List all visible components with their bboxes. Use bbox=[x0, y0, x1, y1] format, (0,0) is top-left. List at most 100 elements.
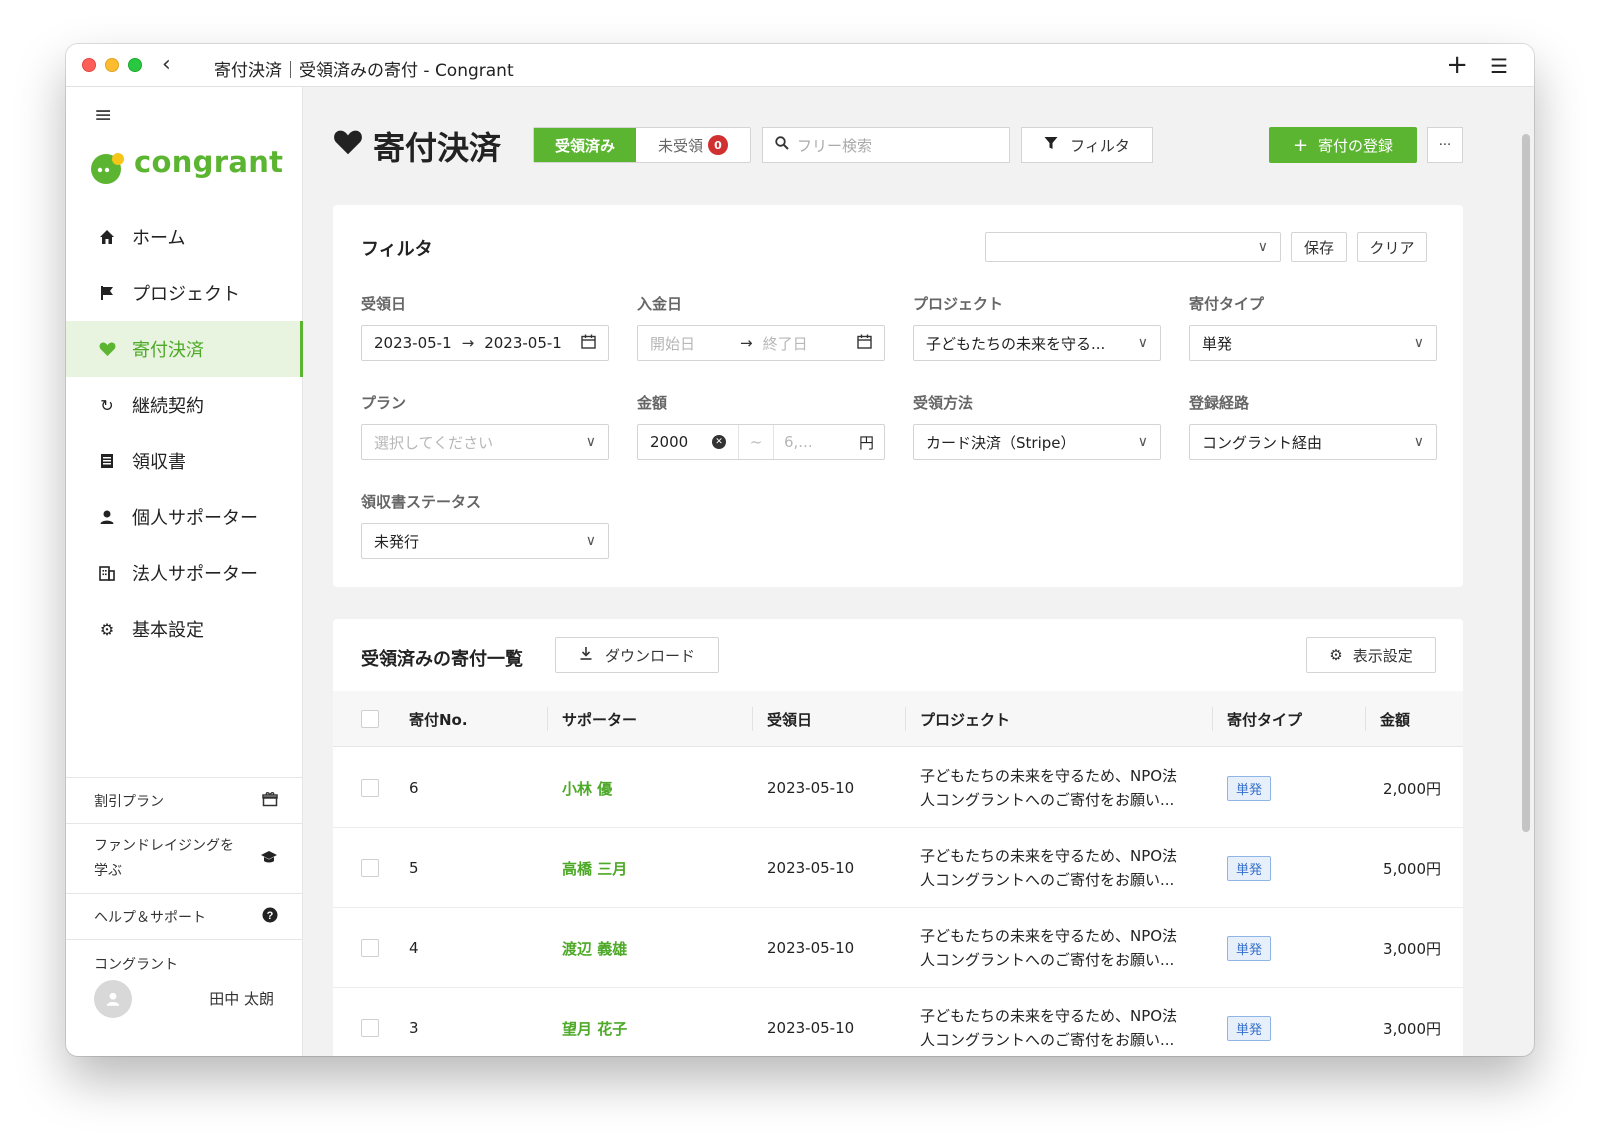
table-row[interactable]: 3 望月 花子 2023-05-10 子どもたちの未来を守るため、NPO法 人コ… bbox=[333, 988, 1463, 1056]
deposit-date-start-placeholder: 開始日 bbox=[650, 334, 696, 353]
sidebar-item-individual-supporters[interactable]: 個人サポーター bbox=[66, 489, 303, 545]
saved-filter-select[interactable]: ∨ bbox=[985, 232, 1281, 262]
select-all-checkbox[interactable] bbox=[361, 710, 379, 728]
table-row[interactable]: 5 高橋 三月 2023-05-10 子どもたちの未来を守るため、NPO法 人コ… bbox=[333, 828, 1463, 908]
sidebar-item-label: 個人サポーター bbox=[132, 508, 258, 529]
donation-type-value: 単発 bbox=[1202, 334, 1233, 353]
clear-icon[interactable]: ✕ bbox=[712, 435, 726, 449]
project-line: 人コングラントへのご寄付をお願い... bbox=[920, 951, 1175, 969]
amount-min-input[interactable]: 2000 bbox=[650, 433, 712, 451]
received-date-start: 2023-05-1 bbox=[374, 334, 452, 352]
fundraising-learn-label: ファンドレイジングを学ぶ bbox=[94, 837, 234, 879]
display-settings-button[interactable]: ⚙ 表示設定 bbox=[1306, 637, 1436, 673]
menu-icon[interactable]: ☰ bbox=[1490, 54, 1508, 78]
received-date-range[interactable]: 2023-05-1 → 2023-05-1 bbox=[361, 325, 609, 361]
type-badge: 単発 bbox=[1227, 1015, 1272, 1041]
amount-unit: 円 bbox=[858, 433, 874, 452]
download-button[interactable]: ダウンロード bbox=[555, 637, 719, 673]
help-support-link[interactable]: ヘルプ＆サポート ? bbox=[66, 893, 302, 939]
column-header-amount[interactable]: 金額 bbox=[1380, 691, 1410, 747]
column-header-project[interactable]: プロジェクト bbox=[920, 691, 1010, 747]
table-row[interactable]: 4 渡辺 義雄 2023-05-10 子どもたちの未来を守るため、NPO法 人コ… bbox=[333, 908, 1463, 988]
search-input[interactable]: フリー検索 bbox=[762, 127, 1010, 163]
filter-button[interactable]: フィルタ bbox=[1021, 127, 1153, 163]
sidebar-item-donations[interactable]: 寄付決済 bbox=[66, 321, 303, 377]
column-header-no[interactable]: 寄付No. bbox=[409, 691, 468, 747]
sidebar-item-settings[interactable]: ⚙ 基本設定 bbox=[66, 601, 303, 657]
plan-label: プラン bbox=[361, 394, 407, 412]
calendar-icon bbox=[857, 334, 872, 353]
new-tab-icon[interactable]: + bbox=[1446, 50, 1468, 80]
sidebar-toggle-icon[interactable]: ≡ bbox=[94, 103, 112, 128]
vertical-scrollbar[interactable] bbox=[1522, 134, 1530, 832]
donation-list-panel: 受領済みの寄付一覧 ダウンロード ⚙ 表示設定 寄付No. サポーター 受領日 … bbox=[333, 619, 1463, 1056]
donation-no: 4 bbox=[409, 939, 419, 957]
project-select[interactable]: 子どもたちの未来を守る... ∨ bbox=[913, 325, 1161, 361]
back-icon[interactable]: ‹ bbox=[162, 52, 171, 77]
deposit-date-range[interactable]: 開始日 → 終了日 bbox=[637, 325, 885, 361]
project-line: 子どもたちの未来を守るため、NPO法 bbox=[920, 767, 1178, 785]
save-filter-button[interactable]: 保存 bbox=[1291, 232, 1347, 262]
tab-unreceived[interactable]: 未受領 0 bbox=[636, 128, 750, 162]
add-donation-button[interactable]: + 寄付の登録 bbox=[1269, 127, 1417, 163]
account-section[interactable]: コングラント 田中 太朗 bbox=[66, 939, 302, 1049]
column-divider bbox=[547, 707, 548, 731]
supporter-link[interactable]: 小林 優 bbox=[562, 748, 612, 828]
filter-panel-title: フィルタ bbox=[361, 239, 433, 260]
tab-received[interactable]: 受領済み bbox=[534, 128, 636, 162]
chevron-down-icon: ∨ bbox=[1413, 434, 1424, 450]
clear-filter-button[interactable]: クリア bbox=[1357, 232, 1427, 262]
payment-method-select[interactable]: カード決済（Stripe） ∨ bbox=[913, 424, 1161, 460]
column-divider bbox=[1212, 707, 1213, 731]
receipt-status-select[interactable]: 未発行 ∨ bbox=[361, 523, 609, 559]
row-checkbox[interactable] bbox=[361, 779, 379, 797]
donation-type-select[interactable]: 単発 ∨ bbox=[1189, 325, 1437, 361]
filter-icon bbox=[1044, 136, 1058, 154]
sidebar: ≡ congrant ホーム プロジェクト 寄付決済 ↻ 継続契約 領収書 個人… bbox=[66, 87, 303, 1056]
sidebar-item-receipts[interactable]: 領収書 bbox=[66, 433, 303, 489]
column-header-supporter[interactable]: サポーター bbox=[562, 691, 637, 747]
row-checkbox[interactable] bbox=[361, 939, 379, 957]
discount-plan-link[interactable]: 割引プラン bbox=[66, 777, 302, 823]
sidebar-item-projects[interactable]: プロジェクト bbox=[66, 265, 303, 321]
chevron-down-icon: ∨ bbox=[1413, 335, 1424, 351]
received-date-end: 2023-05-1 bbox=[484, 334, 562, 352]
plan-select[interactable]: 選択してください ∨ bbox=[361, 424, 609, 460]
column-header-type[interactable]: 寄付タイプ bbox=[1227, 691, 1302, 747]
brand-name: congrant bbox=[134, 145, 284, 179]
sidebar-item-corporate-supporters[interactable]: 法人サポーター bbox=[66, 545, 303, 601]
add-donation-label: 寄付の登録 bbox=[1318, 136, 1394, 155]
sidebar-nav: ホーム プロジェクト 寄付決済 ↻ 継続契約 領収書 個人サポーター 法人サポー… bbox=[66, 209, 303, 657]
flag-icon bbox=[96, 285, 118, 301]
amount-label: 金額 bbox=[637, 394, 668, 412]
table-row[interactable]: 6 小林 優 2023-05-10 子どもたちの未来を守るため、NPO法 人コン… bbox=[333, 748, 1463, 828]
sidebar-item-home[interactable]: ホーム bbox=[66, 209, 303, 265]
row-checkbox[interactable] bbox=[361, 859, 379, 877]
close-window-button[interactable] bbox=[82, 58, 96, 72]
supporter-link[interactable]: 望月 花子 bbox=[562, 988, 627, 1056]
amount-max-input[interactable]: 6,... bbox=[784, 433, 813, 451]
sidebar-item-recurring[interactable]: ↻ 継続契約 bbox=[66, 377, 303, 433]
filter-button-label: フィルタ bbox=[1070, 136, 1130, 155]
row-checkbox[interactable] bbox=[361, 1019, 379, 1037]
received-date: 2023-05-10 bbox=[767, 859, 855, 877]
minimize-window-button[interactable] bbox=[105, 58, 119, 72]
avatar[interactable] bbox=[94, 980, 132, 1018]
sidebar-footer: 割引プラン ファンドレイジングを学ぶ ヘルプ＆サポート ? コングラント 田中 … bbox=[66, 777, 302, 1049]
maximize-window-button[interactable] bbox=[128, 58, 142, 72]
fundraising-learn-link[interactable]: ファンドレイジングを学ぶ bbox=[66, 823, 302, 893]
supporter-link[interactable]: 高橋 三月 bbox=[562, 828, 627, 908]
column-header-date[interactable]: 受領日 bbox=[767, 691, 812, 747]
project-line: 子どもたちの未来を守るため、NPO法 bbox=[920, 847, 1178, 865]
filter-panel: フィルタ ∨ 保存 クリア 受領日 2023-05-1 → 2023-05-1 … bbox=[333, 205, 1463, 587]
registration-route-select[interactable]: コングラント経由 ∨ bbox=[1189, 424, 1437, 460]
project-cell: 子どもたちの未来を守るため、NPO法 人コングラントへのご寄付をお願い... bbox=[920, 828, 1206, 908]
person-icon bbox=[96, 509, 118, 525]
chevron-down-icon: ∨ bbox=[1137, 434, 1148, 450]
more-options-button[interactable]: ··· bbox=[1427, 127, 1463, 163]
supporter-link[interactable]: 渡辺 義雄 bbox=[562, 908, 627, 988]
received-date: 2023-05-10 bbox=[767, 779, 855, 797]
deposit-date-label: 入金日 bbox=[637, 295, 683, 313]
gift-icon bbox=[262, 791, 278, 811]
received-date: 2023-05-10 bbox=[767, 1019, 855, 1037]
